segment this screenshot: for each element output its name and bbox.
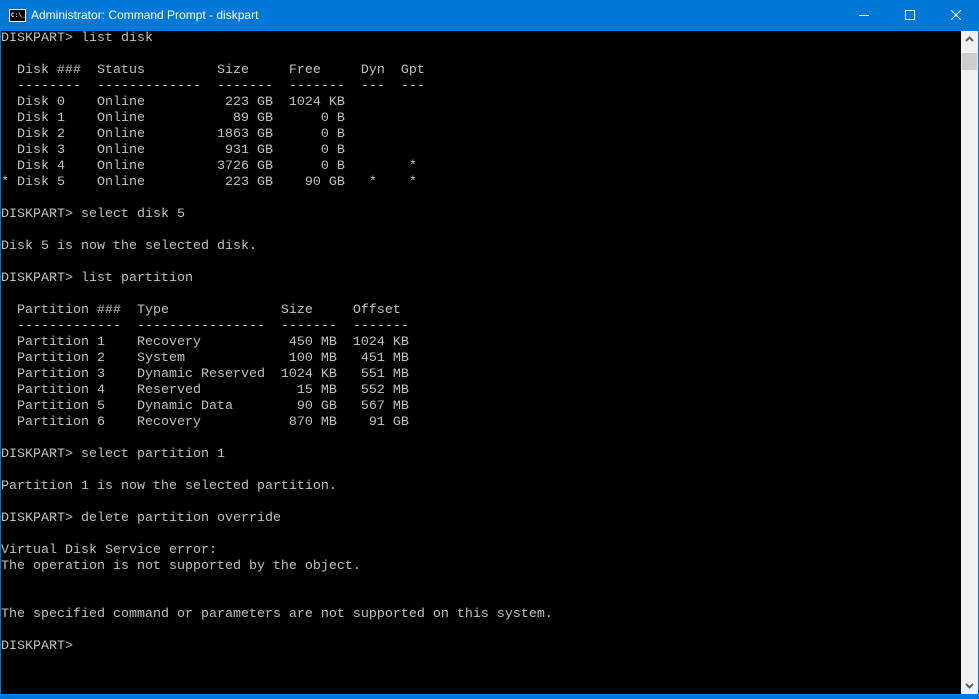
window-title: Administrator: Command Prompt - diskpart xyxy=(31,8,259,22)
maximize-icon xyxy=(905,10,915,20)
console-line: Partition 1 Recovery 450 MB 1024 KB xyxy=(1,335,409,350)
scroll-down-button[interactable] xyxy=(961,677,978,694)
console-line: -------- ------------- ------- ------- -… xyxy=(1,79,425,94)
console-line: Disk 3 Online 931 GB 0 B xyxy=(1,143,345,158)
console-line: Partition 5 Dynamic Data 90 GB 567 MB xyxy=(1,399,409,414)
console-line: Partition 6 Recovery 870 MB 91 GB xyxy=(1,415,409,430)
console-line: Disk 4 Online 3726 GB 0 B * xyxy=(1,159,417,174)
minimize-icon xyxy=(859,15,869,16)
close-button[interactable] xyxy=(933,0,979,31)
scrollbar-thumb[interactable] xyxy=(962,53,977,70)
console-line: Disk 0 Online 223 GB 1024 KB xyxy=(1,95,345,110)
title-bar[interactable]: C:\_ Administrator: Command Prompt - dis… xyxy=(0,0,979,31)
console-line: Disk 5 is now the selected disk. xyxy=(1,239,257,254)
console-output[interactable]: DISKPART> list disk Disk ### Status Size… xyxy=(1,31,961,694)
console-line: Disk 2 Online 1863 GB 0 B xyxy=(1,127,345,142)
console-line: Partition ### Type Size Offset xyxy=(1,303,401,318)
console-line: The operation is not supported by the ob… xyxy=(1,559,361,574)
vertical-scrollbar[interactable] xyxy=(961,31,978,694)
scroll-up-button[interactable] xyxy=(961,31,978,48)
minimize-button[interactable] xyxy=(841,0,887,31)
console-line: * Disk 5 Online 223 GB 90 GB * * xyxy=(1,175,417,190)
console-line: Disk 1 Online 89 GB 0 B xyxy=(1,111,345,126)
console-line: DISKPART> xyxy=(1,639,81,654)
chevron-up-icon xyxy=(965,36,974,42)
console-line: Virtual Disk Service error: xyxy=(1,543,217,558)
chevron-down-icon xyxy=(965,683,974,689)
console-line: Disk ### Status Size Free Dyn Gpt xyxy=(1,63,425,78)
console-line: The specified command or parameters are … xyxy=(1,607,553,622)
maximize-button[interactable] xyxy=(887,0,933,31)
console-line: DISKPART> select disk 5 xyxy=(1,207,185,222)
console-line: DISKPART> list disk xyxy=(1,31,153,46)
console-line: ------------- ---------------- ------- -… xyxy=(1,319,409,334)
console-line: Partition 1 is now the selected partitio… xyxy=(1,479,337,494)
console-line: Partition 2 System 100 MB 451 MB xyxy=(1,351,409,366)
close-icon xyxy=(951,10,961,20)
console-line: DISKPART> list partition xyxy=(1,271,193,286)
command-prompt-icon: C:\_ xyxy=(9,9,26,22)
console-line: Partition 3 Dynamic Reserved 1024 KB 551… xyxy=(1,367,409,382)
console-line: DISKPART> select partition 1 xyxy=(1,447,225,462)
console-line: Partition 4 Reserved 15 MB 552 MB xyxy=(1,383,409,398)
console-line: DISKPART> delete partition override xyxy=(1,511,281,526)
